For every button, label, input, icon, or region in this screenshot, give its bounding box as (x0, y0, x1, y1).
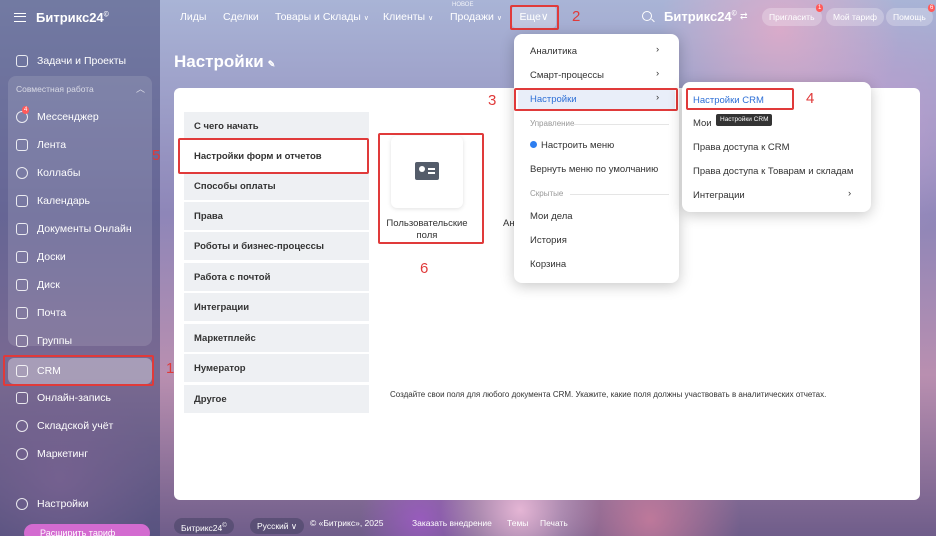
annotation-number-4: 4 (806, 90, 815, 107)
tab-robots[interactable]: Роботы и бизнес-процессы (184, 232, 369, 260)
nav-clients[interactable]: Клиенты ∨ (383, 11, 433, 23)
annotation-box-3 (514, 88, 678, 111)
annotation-box-1 (3, 355, 154, 386)
menu-item-history[interactable]: История (530, 235, 567, 246)
menu-caption-manage: Управление (530, 119, 575, 128)
chevron-down-icon: ∨ (496, 15, 502, 22)
annotation-number-5: 5 (152, 147, 161, 164)
nav-deals[interactable]: Сделки (223, 11, 259, 23)
invite-button[interactable]: Пригласить (762, 8, 822, 26)
mail-icon (16, 307, 28, 319)
tab-payment-methods[interactable]: Способы оплаты (184, 172, 369, 200)
menu-separator (574, 124, 669, 125)
sidebar-item-tasks[interactable]: Задачи и Проекты (8, 48, 152, 74)
disk-icon (16, 279, 28, 291)
annotation-box-6 (378, 133, 484, 244)
nav-leads[interactable]: Лиды (180, 11, 206, 23)
submenu-item-my[interactable]: Мои (693, 118, 712, 129)
logo[interactable]: Битрикс24© (36, 10, 109, 25)
sidebar-item-warehouse[interactable]: Складской учёт (8, 413, 152, 439)
checkbox-icon (16, 55, 28, 67)
page-title: Настройки ✎ (174, 52, 276, 71)
search-icon[interactable] (642, 11, 652, 21)
footer-order-link[interactable]: Заказать внедрение (412, 518, 492, 528)
tab-getting-started[interactable]: С чего начать (184, 112, 369, 140)
language-selector[interactable]: Русский ∨ (250, 518, 305, 534)
sidebar-item-messenger[interactable]: Мессенджер (8, 104, 152, 130)
second-card-label: Ан (503, 218, 515, 229)
annotation-number-2: 2 (572, 8, 581, 25)
gear-icon (530, 141, 537, 148)
chevron-right-icon: › (848, 188, 852, 199)
chevron-right-icon: › (656, 44, 660, 55)
menu-separator (570, 194, 669, 195)
chevron-right-icon: › (656, 68, 660, 79)
sidebar-item-disk[interactable]: Диск (8, 272, 152, 298)
submenu-item-integrations[interactable]: Интеграции (693, 190, 745, 201)
sidebar-item-collabs[interactable]: Коллабы (8, 160, 152, 186)
menu-item-smart-processes[interactable]: Смарт-процессы (530, 70, 604, 81)
pin-icon[interactable]: ✎ (268, 59, 276, 69)
tab-permissions[interactable]: Права (184, 202, 369, 230)
warehouse-icon (16, 420, 28, 432)
nav-sales[interactable]: Продажи ∨ (450, 11, 502, 23)
menu-icon[interactable] (14, 12, 26, 22)
sidebar-item-mail[interactable]: Почта (8, 300, 152, 326)
sidebar-item-docs[interactable]: Документы Онлайн (8, 216, 152, 242)
annotation-box-4 (686, 88, 794, 110)
tab-other[interactable]: Другое (184, 385, 369, 413)
menu-item-analytics[interactable]: Аналитика (530, 46, 577, 57)
chevron-down-icon: ∨ (363, 15, 369, 22)
tab-integrations[interactable]: Интеграции (184, 293, 369, 321)
menu-caption-hidden: Скрытые (530, 189, 564, 198)
footer-copyright: © «Битрикс», 2025 (310, 518, 384, 528)
marketing-icon (16, 448, 28, 460)
nav-products[interactable]: Товары и Склады ∨ (275, 11, 369, 23)
annotation-number-6: 6 (420, 260, 429, 277)
chevron-down-icon: ∨ (290, 521, 298, 531)
help-button[interactable]: Помощь (886, 8, 933, 26)
tab-mail[interactable]: Работа с почтой (184, 263, 369, 291)
annotation-box-2 (510, 5, 559, 30)
sidebar-item-settings[interactable]: Настройки (8, 491, 152, 517)
sidebar-item-feed[interactable]: Лента (8, 132, 152, 158)
sidebar-item-boards[interactable]: Доски (8, 244, 152, 270)
upgrade-tariff-button[interactable]: Расширить тариф (24, 524, 150, 536)
calendar-icon (16, 195, 28, 207)
board-icon (16, 251, 28, 263)
tab-marketplace[interactable]: Маркетплейс (184, 324, 369, 352)
document-icon (16, 223, 28, 235)
submenu-item-goods-access[interactable]: Права доступа к Товарам и складам (693, 166, 853, 177)
section-description: Создайте свои поля для любого документа … (390, 390, 827, 399)
new-label: НОВОЕ (452, 2, 474, 8)
sidebar-item-marketing[interactable]: Маркетинг (8, 441, 152, 467)
sync-icon[interactable]: ⇄ (740, 11, 748, 22)
sidebar-item-booking[interactable]: Онлайн-запись (8, 385, 152, 411)
menu-item-trash[interactable]: Корзина (530, 259, 566, 270)
chevron-up-icon[interactable]: ︿ (136, 82, 145, 95)
footer-print-link[interactable]: Печать (540, 518, 568, 528)
brand-logo[interactable]: Битрикс24© (664, 9, 737, 24)
sidebar-section-label: Совместная работа (16, 84, 94, 94)
footer-themes-link[interactable]: Темы (507, 518, 528, 528)
my-tariff-button[interactable]: Мой тариф (826, 8, 885, 26)
gear-icon (16, 498, 28, 510)
menu-item-my-tasks[interactable]: Мои дела (530, 211, 573, 222)
chevron-down-icon: ∨ (428, 15, 434, 22)
sidebar-item-groups[interactable]: Группы (8, 328, 152, 354)
annotation-number-3: 3 (488, 92, 497, 109)
booking-icon (16, 392, 28, 404)
tab-numerator[interactable]: Нумератор (184, 354, 369, 382)
footer-brand[interactable]: Битрикс24© (174, 518, 234, 534)
groups-icon (16, 335, 28, 347)
more-dropdown-menu: Аналитика › Смарт-процессы › Настройки ›… (514, 34, 679, 283)
feed-icon (16, 139, 28, 151)
tooltip: Настройки CRM (716, 114, 773, 126)
sidebar-item-calendar[interactable]: Календарь (8, 188, 152, 214)
menu-item-configure[interactable]: Настроить меню (530, 140, 614, 151)
submenu-item-crm-access[interactable]: Права доступа к CRM (693, 142, 790, 153)
annotation-box-5 (178, 138, 369, 174)
menu-item-reset[interactable]: Вернуть меню по умолчанию (530, 164, 658, 175)
collab-icon (16, 167, 28, 179)
